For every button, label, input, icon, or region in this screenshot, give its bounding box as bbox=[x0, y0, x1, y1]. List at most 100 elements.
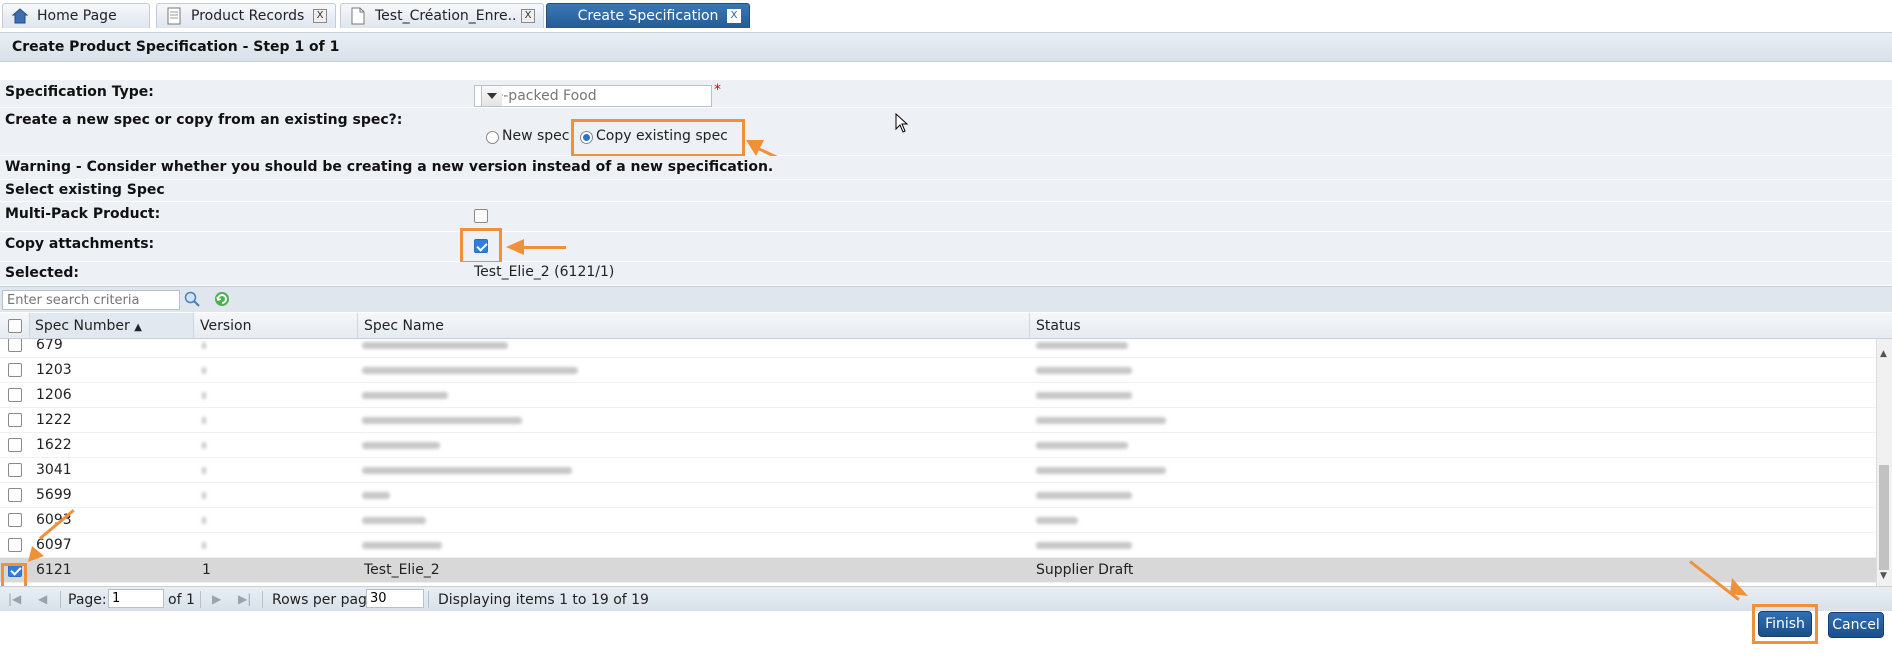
row-multipack: Multi-Pack Product: bbox=[0, 202, 1892, 232]
sort-asc-icon: ▲ bbox=[134, 322, 142, 333]
row-select-existing: Select existing Spec bbox=[0, 180, 1892, 202]
grid-body: 679 1203 1206 1222 1622 3041 5699 6093 6… bbox=[0, 339, 1876, 586]
spec-number-cell: 3041 bbox=[36, 462, 72, 478]
row-create-mode: Create a new spec or copy from an existi… bbox=[0, 108, 1892, 156]
row-checkbox[interactable] bbox=[8, 413, 22, 427]
new-spec-radio[interactable] bbox=[486, 131, 499, 144]
spec-name-cell-blurred bbox=[362, 417, 522, 424]
next-page-icon[interactable]: ▶ bbox=[212, 592, 221, 606]
column-spec-number[interactable]: Spec Number ▲ bbox=[30, 313, 194, 338]
create-mode-label: Create a new spec or copy from an existi… bbox=[5, 112, 403, 128]
prev-page-icon[interactable]: ◀ bbox=[38, 592, 47, 606]
version-cell-blurred bbox=[202, 342, 206, 349]
home-icon bbox=[11, 7, 29, 25]
spec-number-cell: 1203 bbox=[36, 362, 72, 378]
row-checkbox[interactable] bbox=[8, 388, 22, 402]
tab-product-records[interactable]: Product Records X bbox=[156, 3, 336, 28]
column-spec-name[interactable]: Spec Name bbox=[358, 313, 1030, 338]
column-label: Spec Number ▲ bbox=[35, 318, 142, 334]
annotation-arrowhead bbox=[506, 239, 524, 255]
page-input[interactable] bbox=[108, 589, 164, 608]
close-icon[interactable]: X bbox=[521, 9, 535, 23]
chevron-down-icon[interactable] bbox=[481, 86, 502, 106]
row-checkbox[interactable] bbox=[8, 363, 22, 377]
column-label-text: Spec Number bbox=[35, 318, 130, 334]
spec-type-select[interactable]: Pre-packed Food bbox=[474, 85, 712, 107]
table-row[interactable]: 3041 bbox=[0, 458, 1876, 483]
warning-text: Warning - Consider whether you should be… bbox=[5, 159, 774, 175]
tab-home-page[interactable]: Home Page bbox=[2, 3, 150, 28]
table-row[interactable]: 679 bbox=[0, 339, 1876, 358]
page-title-bar: Create Product Specification - Step 1 of… bbox=[0, 32, 1892, 62]
table-row[interactable]: 6097 bbox=[0, 533, 1876, 558]
version-cell-blurred bbox=[202, 517, 206, 524]
version-cell-blurred bbox=[202, 367, 206, 374]
divider bbox=[60, 591, 61, 608]
row-checkbox[interactable] bbox=[8, 538, 22, 552]
search-icon[interactable] bbox=[184, 291, 200, 311]
spec-number-cell: 1206 bbox=[36, 387, 72, 403]
close-icon[interactable]: X bbox=[313, 9, 327, 23]
page-title: Create Product Specification - Step 1 of… bbox=[12, 39, 340, 55]
rows-per-page-input[interactable] bbox=[366, 589, 424, 608]
tab-label: Home Page bbox=[37, 8, 117, 24]
scrollbar-thumb[interactable] bbox=[1879, 465, 1889, 570]
grid-scrollbar[interactable]: ▲ ▼ bbox=[1876, 339, 1892, 586]
spec-name-cell-blurred bbox=[362, 517, 426, 524]
version-cell-blurred bbox=[202, 392, 206, 399]
spec-name-cell-blurred bbox=[362, 467, 572, 474]
row-checkbox[interactable] bbox=[8, 488, 22, 502]
spec-name-cell-blurred bbox=[362, 367, 578, 374]
column-version[interactable]: Version bbox=[194, 313, 358, 338]
tab-test-creation[interactable]: Test_Création_Enre.. X bbox=[340, 3, 544, 28]
table-row[interactable]: 6093 bbox=[0, 508, 1876, 533]
row-checkbox[interactable] bbox=[8, 339, 22, 352]
table-row[interactable]: 1203 bbox=[0, 358, 1876, 383]
row-selected: Selected: Test_Elie_2 (6121/1) bbox=[0, 262, 1892, 286]
table-row[interactable]: 5699 bbox=[0, 483, 1876, 508]
row-spec-type: Specification Type: bbox=[0, 80, 1892, 108]
spec-name-cell-blurred bbox=[362, 542, 442, 549]
table-row[interactable]: 1222 bbox=[0, 408, 1876, 433]
rows-per-page-label: Rows per page bbox=[272, 592, 376, 608]
divider bbox=[262, 591, 263, 608]
copy-attachments-label: Copy attachments: bbox=[5, 236, 155, 252]
required-mark: * bbox=[714, 82, 721, 98]
status-cell-blurred bbox=[1036, 467, 1166, 474]
new-spec-label[interactable]: New spec bbox=[502, 128, 569, 144]
row-checkbox[interactable] bbox=[8, 438, 22, 452]
last-page-icon[interactable]: ▶| bbox=[238, 592, 251, 606]
scroll-up-icon[interactable]: ▲ bbox=[1880, 349, 1887, 359]
table-row-selected[interactable]: 6121 1 Test_Elie_2 Supplier Draft bbox=[0, 558, 1876, 583]
spec-number-cell: 5699 bbox=[36, 487, 72, 503]
selected-value: Test_Elie_2 (6121/1) bbox=[474, 264, 615, 280]
tab-create-specification[interactable]: Create Specification X bbox=[546, 3, 750, 28]
status-cell-blurred bbox=[1036, 492, 1132, 499]
row-checkbox[interactable] bbox=[8, 513, 22, 527]
cancel-button[interactable]: Cancel bbox=[1828, 612, 1884, 638]
version-cell-blurred bbox=[202, 417, 206, 424]
table-row[interactable]: 1622 bbox=[0, 433, 1876, 458]
annotation-arrowhead bbox=[746, 140, 764, 156]
close-icon[interactable]: X bbox=[727, 9, 741, 23]
refresh-icon[interactable] bbox=[214, 291, 230, 311]
table-row[interactable]: 1206 bbox=[0, 383, 1876, 408]
status-cell: Supplier Draft bbox=[1036, 562, 1134, 578]
pager: |◀ ◀ Page: of 1 ▶ ▶| Rows per page Displ… bbox=[0, 586, 1892, 611]
multipack-checkbox[interactable] bbox=[474, 209, 488, 223]
annotation-arrowhead bbox=[1730, 578, 1748, 596]
spec-name-cell-blurred bbox=[362, 392, 448, 399]
row-checkbox[interactable] bbox=[8, 463, 22, 477]
search-bar bbox=[0, 286, 1892, 312]
status-cell-blurred bbox=[1036, 417, 1166, 424]
spec-name-cell-blurred bbox=[362, 442, 440, 449]
first-page-icon[interactable]: |◀ bbox=[8, 592, 21, 606]
status-cell-blurred bbox=[1036, 542, 1132, 549]
scroll-down-icon[interactable]: ▼ bbox=[1880, 571, 1887, 581]
spec-name-cell-blurred bbox=[362, 342, 508, 349]
search-input[interactable] bbox=[2, 290, 180, 310]
select-existing-label: Select existing Spec bbox=[5, 182, 165, 198]
select-all-checkbox[interactable] bbox=[8, 319, 22, 333]
column-status[interactable]: Status bbox=[1030, 313, 1892, 338]
tab-bar: Home Page Product Records X Test_Créatio… bbox=[0, 0, 1892, 30]
